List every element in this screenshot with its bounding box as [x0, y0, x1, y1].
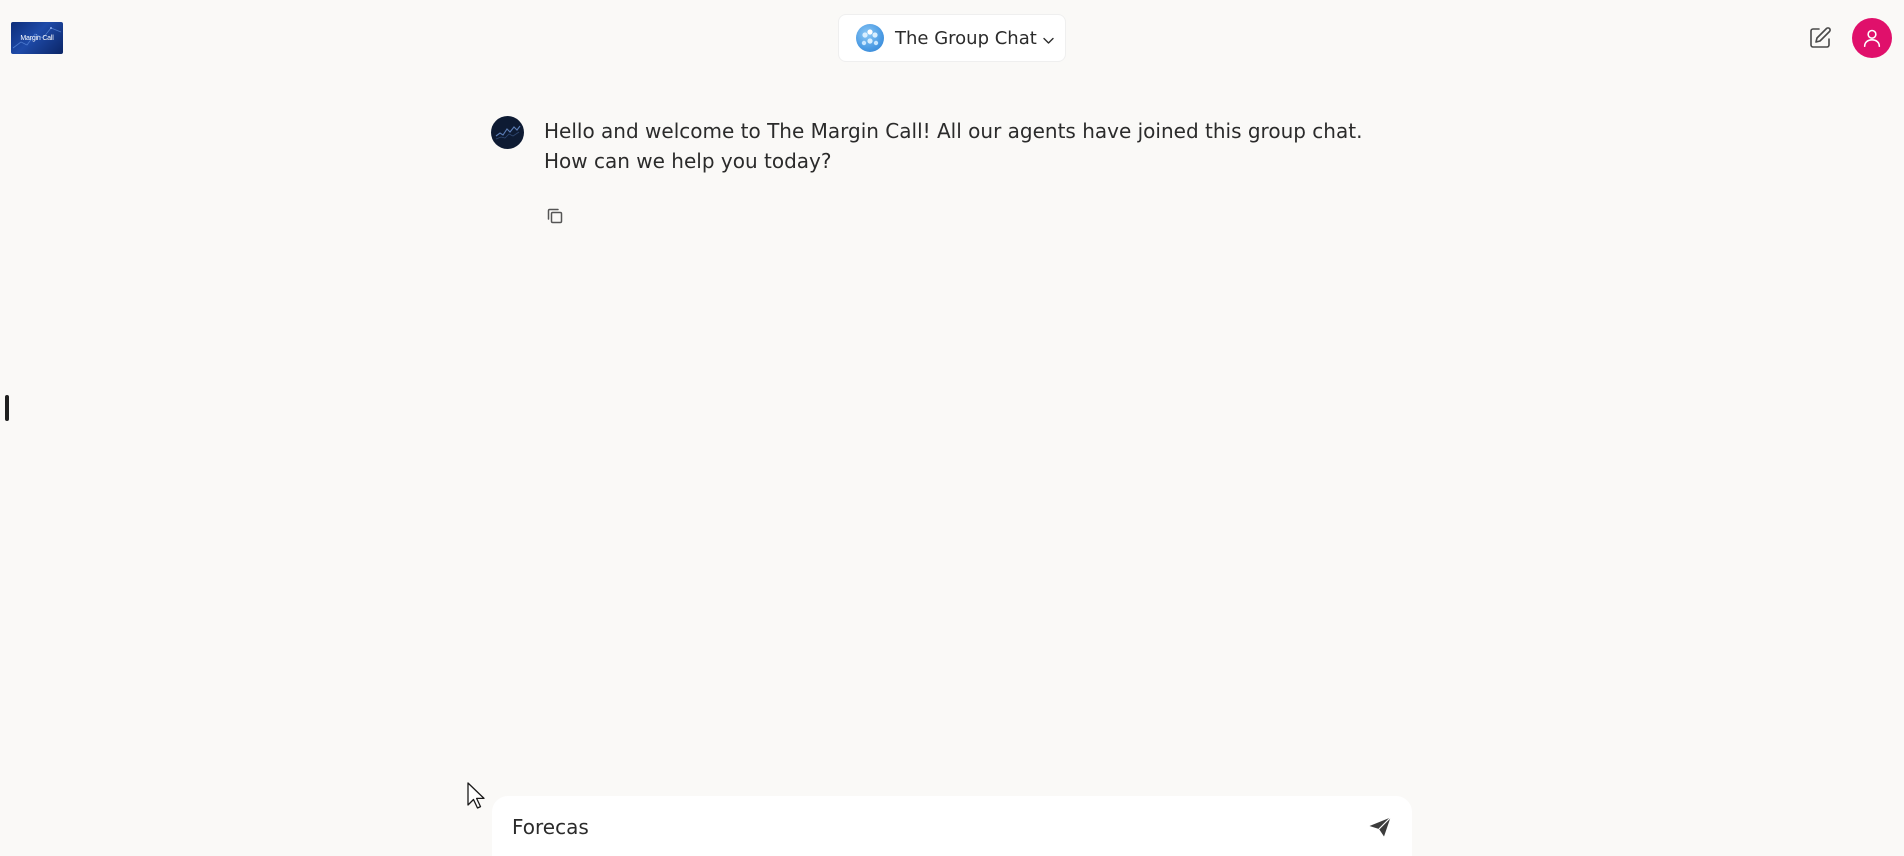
- copy-button[interactable]: [543, 204, 567, 228]
- send-icon: [1369, 817, 1391, 837]
- send-button[interactable]: [1362, 810, 1398, 844]
- chevron-down-icon: [1043, 30, 1054, 49]
- new-chat-button[interactable]: [1806, 24, 1834, 52]
- user-icon: [1863, 29, 1881, 48]
- sidebar-toggle-handle[interactable]: [5, 395, 9, 421]
- copy-icon: [547, 208, 563, 224]
- chat-page: Margin Call The Group Chat Hello and wel…: [0, 0, 1904, 856]
- app-logo[interactable]: Margin Call: [11, 22, 63, 54]
- chart-line-icon: [491, 116, 524, 149]
- user-avatar-button[interactable]: [1852, 18, 1892, 58]
- mouse-pointer-icon: [467, 782, 485, 809]
- chat-title: The Group Chat: [895, 27, 1037, 49]
- logo-text: Margin Call: [20, 34, 54, 42]
- message-input[interactable]: [512, 810, 1332, 844]
- edit-icon: [1810, 27, 1831, 48]
- message-text: Hello and welcome to The Margin Call! Al…: [544, 119, 1363, 173]
- chat-selector-dropdown[interactable]: The Group Chat: [838, 14, 1066, 62]
- group-avatar-icon: [856, 24, 884, 52]
- message-composer: [492, 796, 1412, 856]
